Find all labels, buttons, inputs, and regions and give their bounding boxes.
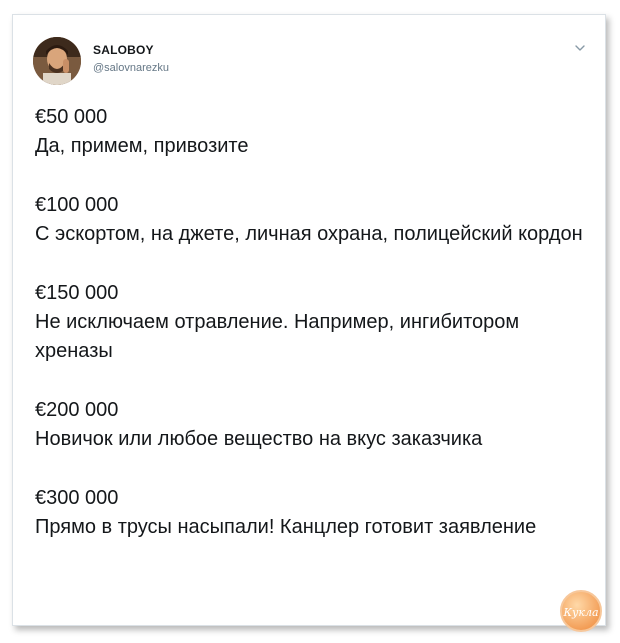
tweet-text: €50 000 Да, примем, привозите €100 000 С… bbox=[35, 103, 595, 572]
author-name[interactable]: SALOBOY bbox=[93, 43, 154, 57]
price-block: €100 000 С эскортом, на джете, личная ох… bbox=[35, 191, 595, 249]
price-block: €200 000 Новичок или любое вещество на в… bbox=[35, 396, 595, 454]
price-block: €300 000 Прямо в трусы насыпали! Канцлер… bbox=[35, 484, 595, 542]
chevron-down-icon[interactable] bbox=[573, 41, 587, 55]
price-label: €50 000 bbox=[35, 106, 108, 128]
avatar[interactable] bbox=[33, 37, 81, 85]
price-label: €200 000 bbox=[35, 399, 119, 421]
price-block: €50 000 Да, примем, привозите bbox=[35, 103, 595, 161]
price-label: €150 000 bbox=[35, 282, 119, 304]
price-description: Новичок или любое вещество на вкус заказ… bbox=[35, 428, 483, 450]
price-description: Не исключаем отравление. Например, ингиб… bbox=[35, 311, 520, 362]
price-description: Да, примем, привозите bbox=[35, 135, 249, 157]
site-logo-icon: Кукла bbox=[559, 589, 603, 633]
price-description: С эскортом, на джете, личная охрана, пол… bbox=[35, 223, 583, 245]
price-label: €300 000 bbox=[35, 487, 119, 509]
logo-text: Кукла bbox=[562, 606, 598, 619]
price-block: €150 000 Не исключаем отравление. Наприм… bbox=[35, 279, 595, 366]
tweet-card: SALOBOY @salovnarezku €50 000 Да, примем… bbox=[12, 14, 606, 632]
price-description: Прямо в трусы насыпали! Канцлер готовит … bbox=[35, 516, 537, 538]
author-handle[interactable]: @salovnarezku bbox=[93, 62, 169, 74]
user-avatar-image bbox=[33, 37, 81, 85]
price-label: €100 000 bbox=[35, 194, 119, 216]
